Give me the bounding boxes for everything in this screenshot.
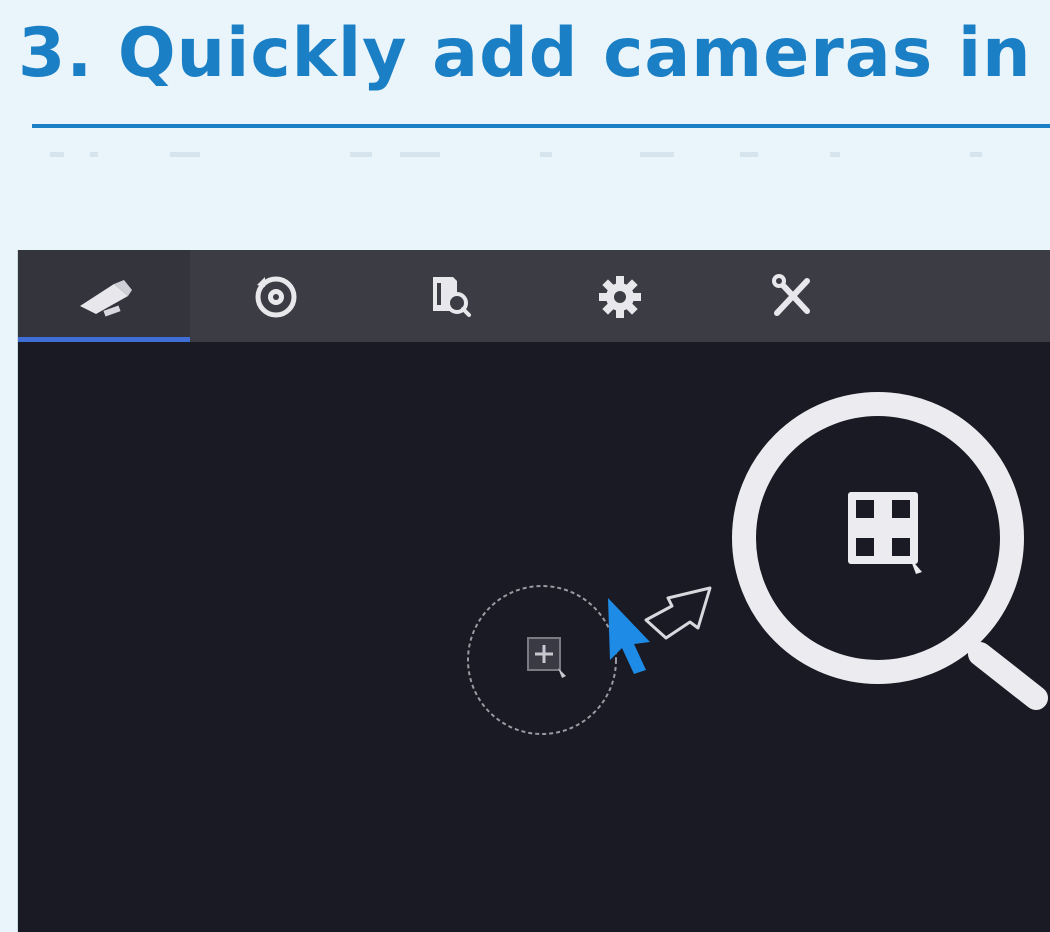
decorative-dots bbox=[50, 152, 982, 157]
page-title: 3. Quickly add cameras in liv bbox=[18, 14, 1050, 93]
tab-settings[interactable] bbox=[534, 250, 706, 342]
tools-icon bbox=[767, 271, 817, 321]
file-search-icon bbox=[423, 271, 473, 321]
playback-icon bbox=[251, 271, 301, 321]
tab-live-view[interactable] bbox=[18, 250, 190, 342]
add-camera-icon[interactable] bbox=[848, 492, 922, 574]
live-view-area[interactable] bbox=[18, 342, 1050, 932]
title-underline bbox=[32, 124, 1050, 128]
tab-playback[interactable] bbox=[190, 250, 362, 342]
nvr-screen bbox=[18, 250, 1050, 932]
tab-file-search[interactable] bbox=[362, 250, 534, 342]
arrow-icon bbox=[644, 586, 712, 640]
tab-maintenance[interactable] bbox=[706, 250, 878, 342]
mouse-cursor-icon bbox=[608, 598, 650, 674]
camera-icon bbox=[74, 274, 134, 318]
main-toolbar bbox=[18, 250, 1050, 342]
add-camera-icon[interactable] bbox=[467, 585, 617, 735]
gear-icon bbox=[595, 271, 645, 321]
